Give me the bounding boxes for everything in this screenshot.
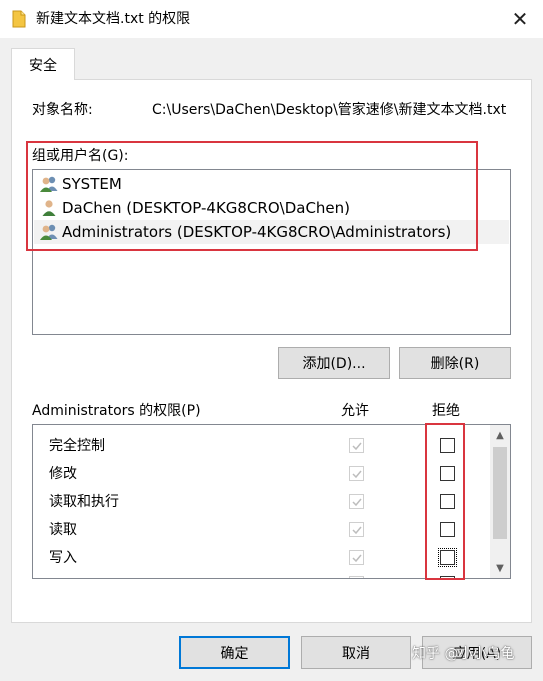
permissions-scrollbar[interactable]: ▲ ▼ (490, 425, 510, 578)
checkmark-icon (352, 442, 362, 451)
user-item-label: SYSTEM (62, 175, 122, 193)
object-name-value: C:\Users\DaChen\Desktop\管家速修\新建文本文档.txt (152, 102, 507, 118)
user-item-dachen[interactable]: DaChen (DESKTOP-4KG8CRO\DaChen) (34, 196, 509, 220)
watermark: 知乎 @小小乌龟 (412, 646, 515, 662)
group-users-icon (40, 224, 58, 240)
deny-checkbox[interactable] (438, 548, 457, 567)
checkmark-icon (352, 554, 362, 563)
scroll-down-icon[interactable]: ▼ (490, 559, 510, 577)
scroll-up-icon[interactable]: ▲ (490, 426, 510, 444)
perm-name: 读取和执行 (49, 494, 119, 510)
remove-button-label: 删除(R) (430, 356, 480, 372)
allow-checkbox (349, 466, 364, 481)
group-users-label: 组或用户名(G): (32, 148, 129, 164)
allow-header: 允许 (341, 403, 369, 419)
deny-checkbox[interactable] (440, 466, 455, 481)
allow-checkbox (349, 494, 364, 509)
title-bar: 新建文本文档.txt 的权限 ✕ (0, 0, 543, 38)
user-item-administrators[interactable]: Administrators (DESKTOP-4KG8CRO\Administ… (34, 220, 509, 244)
user-item-label: DaChen (DESKTOP-4KG8CRO\DaChen) (62, 199, 351, 217)
deny-checkbox[interactable] (440, 576, 455, 578)
group-users-list[interactable]: SYSTEM DaChen (DESKTOP-4KG8CRO\DaChen) A… (32, 169, 511, 335)
ok-button[interactable]: 确定 (179, 636, 290, 669)
deny-checkbox[interactable] (440, 494, 455, 509)
perm-row-modify: 修改 (33, 460, 488, 488)
ok-button-label: 确定 (220, 645, 249, 662)
tab-label: 安全 (29, 57, 57, 74)
user-item-label: Administrators (DESKTOP-4KG8CRO\Administ… (62, 223, 452, 241)
close-icon: ✕ (511, 7, 529, 31)
cancel-button-label: 取消 (342, 645, 370, 662)
allow-checkbox (349, 522, 364, 537)
tab-security[interactable]: 安全 (11, 48, 75, 80)
perm-row-read: 读取 (33, 516, 488, 544)
close-button[interactable]: ✕ (497, 0, 543, 38)
permissions-list: 完全控制 修改 读取和执行 读取 写入 ▲ ▼ (32, 424, 511, 579)
perm-name: 写入 (49, 550, 77, 566)
group-users-icon (40, 176, 58, 192)
perm-name: 修改 (49, 466, 77, 482)
allow-checkbox (349, 576, 364, 578)
scroll-thumb[interactable] (493, 447, 507, 539)
allow-checkbox (349, 550, 364, 565)
allow-checkbox (349, 438, 364, 453)
permissions-title: Administrators 的权限(P) (32, 403, 201, 419)
perm-name: 完全控制 (49, 438, 105, 454)
checkmark-icon (352, 526, 362, 535)
checkmark-icon (352, 498, 362, 507)
checkmark-icon (352, 470, 362, 479)
perm-row-write: 写入 (33, 544, 488, 572)
cancel-button[interactable]: 取消 (301, 636, 411, 669)
user-item-system[interactable]: SYSTEM (34, 172, 509, 196)
document-icon (12, 10, 26, 28)
perm-row-partial (33, 572, 488, 578)
add-button[interactable]: 添加(D)... (278, 347, 390, 379)
deny-checkbox[interactable] (440, 438, 455, 453)
object-name-label: 对象名称: (32, 102, 93, 118)
perm-name: 读取 (49, 522, 77, 538)
window-title: 新建文本文档.txt 的权限 (36, 11, 191, 27)
perm-row-full-control: 完全控制 (33, 432, 488, 460)
remove-button[interactable]: 删除(R) (399, 347, 511, 379)
deny-checkbox[interactable] (440, 522, 455, 537)
add-button-label: 添加(D)... (302, 356, 366, 372)
deny-header: 拒绝 (432, 403, 460, 419)
perm-row-read-execute: 读取和执行 (33, 488, 488, 516)
user-icon (42, 200, 56, 216)
